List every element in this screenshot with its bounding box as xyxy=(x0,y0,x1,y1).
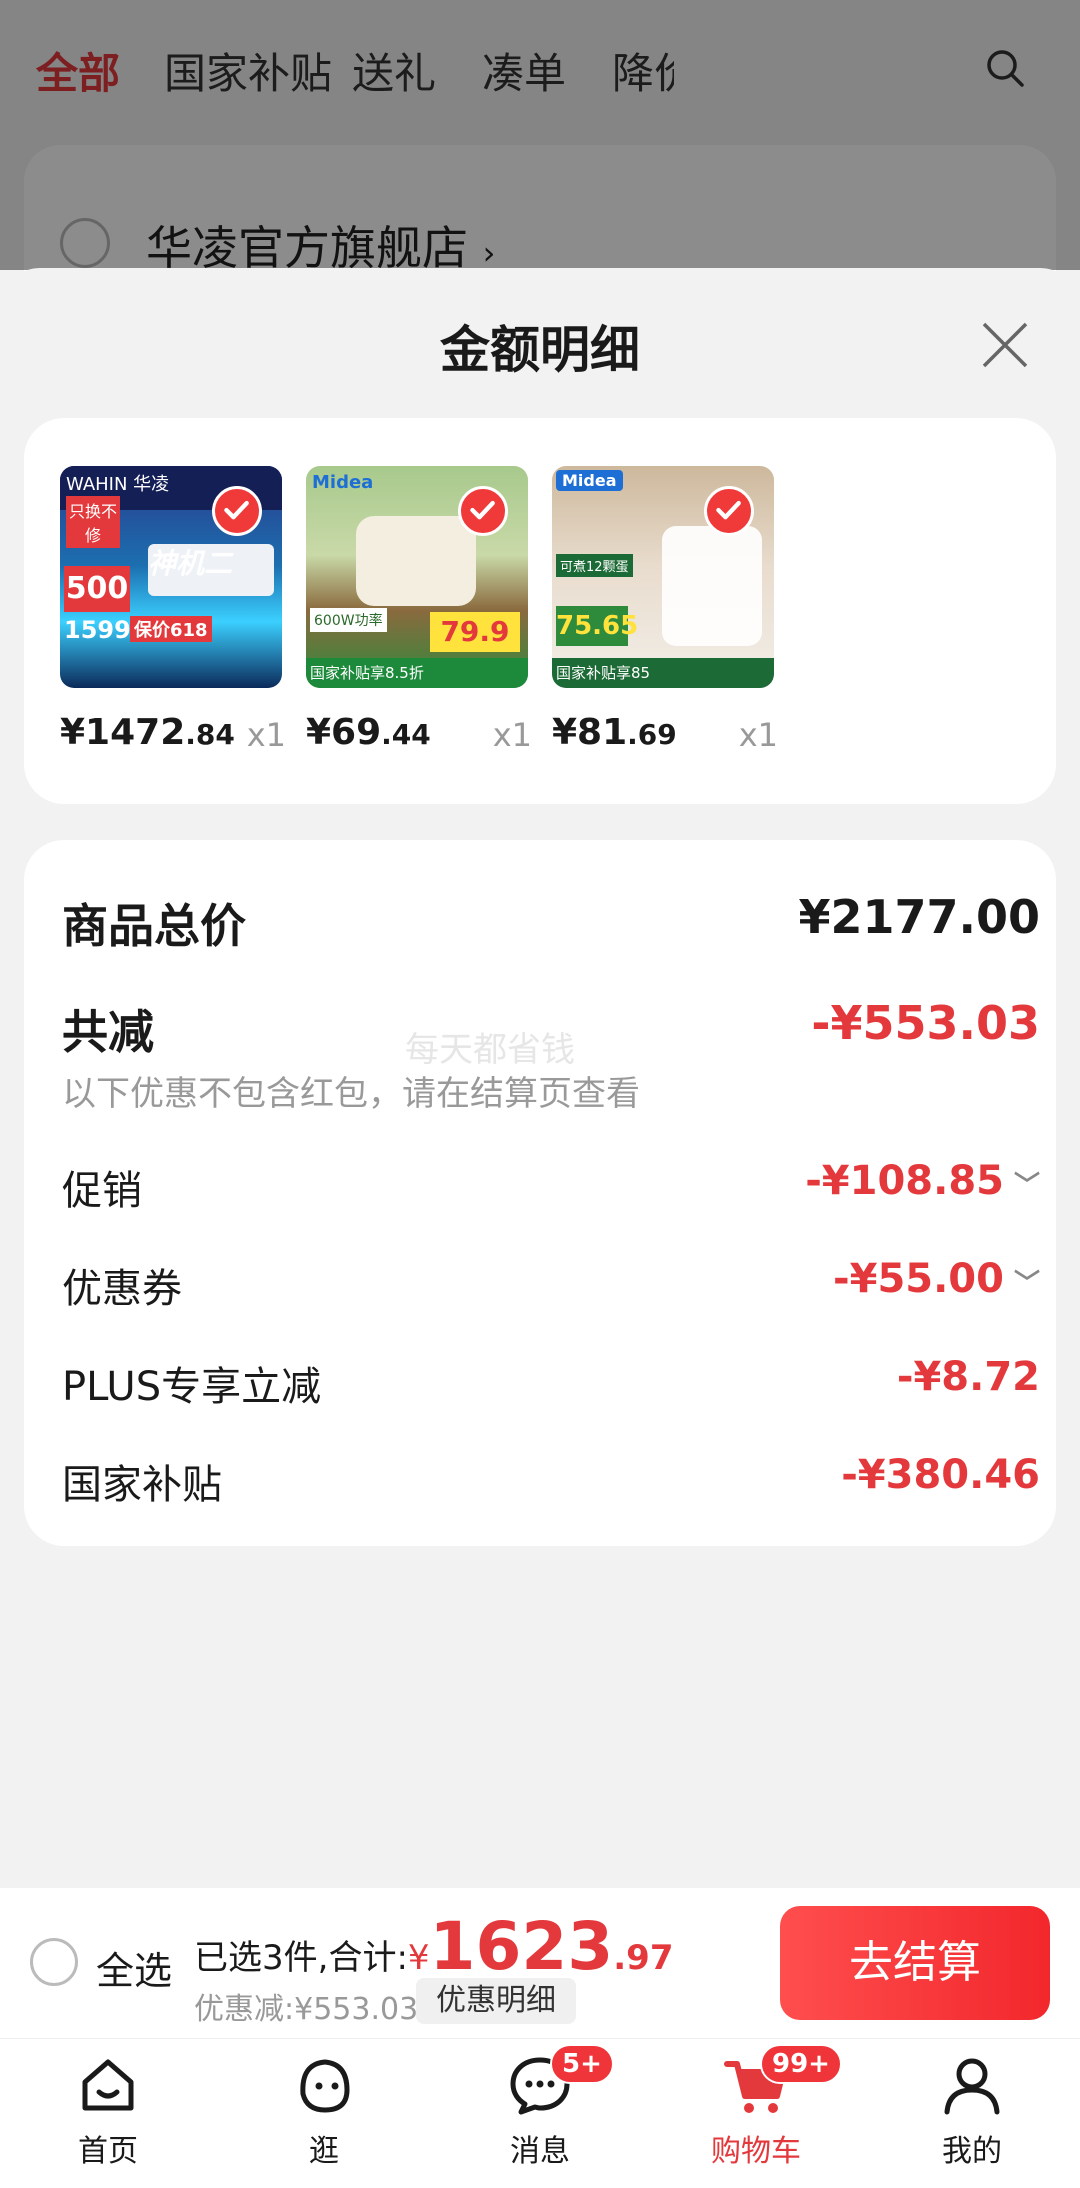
cart-badge: 99+ xyxy=(760,2044,842,2084)
product-thumbnail: Midea 600W功率 79.9 国家补贴享8.5折 xyxy=(306,466,528,688)
promotion-label: 促销 xyxy=(62,1168,142,1214)
product-price: ¥1472.84 xyxy=(60,712,235,753)
selected-count-text: 已选3件,合计: xyxy=(194,1938,408,1978)
message-badge: 5+ xyxy=(550,2044,614,2084)
close-icon[interactable] xyxy=(978,318,1032,372)
currency-symbol: ¥ xyxy=(407,1938,430,1978)
total-price-label: 商品总价 xyxy=(62,899,246,953)
tab-messages[interactable]: 5+ 消息 xyxy=(470,2044,614,2170)
product-quantity: x1 xyxy=(492,716,532,754)
select-all-label[interactable]: 全选 xyxy=(96,1940,172,1995)
watermark: 每天都省钱 xyxy=(405,1030,575,1070)
tab-label: 首页 xyxy=(78,2134,138,2169)
discount-text: 优惠减:¥553.03 xyxy=(194,1992,419,2027)
overlay-dim[interactable] xyxy=(0,0,1080,270)
promotion-value[interactable]: -¥108.85 ﹀ xyxy=(805,1158,1040,1204)
checkout-summary: 已选3件,合计:¥1623.97 xyxy=(194,1908,673,1985)
tab-profile[interactable]: 我的 xyxy=(902,2050,1042,2170)
tab-cart[interactable]: 99+ 购物车 xyxy=(686,2044,842,2170)
discount-detail-button[interactable]: 优惠明细 xyxy=(416,1978,576,2024)
checkout-button[interactable]: 去结算 xyxy=(780,1906,1050,2020)
product-item[interactable]: Midea 600W功率 79.9 国家补贴享8.5折 ¥69.44 x1 xyxy=(306,466,532,754)
plus-discount-value: -¥8.72 xyxy=(896,1354,1040,1400)
chevron-down-icon[interactable]: ﹀ xyxy=(1014,1263,1040,1300)
coupon-label: 优惠券 xyxy=(62,1266,182,1312)
tab-browse[interactable]: 逛 xyxy=(254,2050,394,2170)
product-thumbnail: Midea 可煮12颗蛋 75.65 国家补贴享85 xyxy=(552,466,774,688)
reduction-note: 以下优惠不包含红包，请在结算页查看 xyxy=(62,1074,640,1114)
tab-home[interactable]: 首页 xyxy=(38,2050,178,2170)
product-item[interactable]: WAHIN 华凌 只换不修 神机二 500 1599.2 保价618 ¥1472… xyxy=(60,466,286,754)
product-item[interactable]: Midea 可煮12颗蛋 75.65 国家补贴享85 ¥81.69 x1 xyxy=(552,466,778,754)
total-reduction-value: -¥553.03 xyxy=(811,996,1040,1050)
national-subsidy-label: 国家补贴 xyxy=(62,1462,222,1508)
checkout-total-decimal: .97 xyxy=(613,1938,674,1978)
sheet-title: 金额明细 xyxy=(440,321,640,379)
face-icon xyxy=(300,2059,350,2113)
home-icon xyxy=(82,2059,134,2111)
select-all-radio[interactable] xyxy=(30,1938,78,1986)
product-quantity: x1 xyxy=(738,716,778,754)
total-reduction-label: 共减 xyxy=(62,1005,154,1059)
checkout-total: 1623 xyxy=(429,1908,614,1985)
coupon-value[interactable]: -¥55.00 ﹀ xyxy=(833,1256,1040,1302)
plus-discount-label: PLUS专享立减 xyxy=(62,1364,322,1410)
product-price: ¥69.44 xyxy=(306,712,431,753)
profile-icon xyxy=(944,2058,1000,2115)
total-price-value: ¥2177.00 xyxy=(798,890,1040,944)
tab-label: 购物车 xyxy=(711,2134,801,2169)
selected-check-icon[interactable] xyxy=(458,486,508,536)
tab-label: 消息 xyxy=(510,2134,570,2169)
tab-label: 我的 xyxy=(942,2134,1002,2169)
product-quantity: x1 xyxy=(246,716,286,754)
tab-label: 逛 xyxy=(309,2134,339,2169)
selected-check-icon[interactable] xyxy=(212,486,262,536)
chevron-down-icon[interactable]: ﹀ xyxy=(1014,1165,1040,1202)
selected-check-icon[interactable] xyxy=(704,486,754,536)
national-subsidy-value: -¥380.46 xyxy=(841,1452,1040,1498)
product-price: ¥81.69 xyxy=(552,712,677,753)
product-thumbnail: WAHIN 华凌 只换不修 神机二 500 1599.2 保价618 xyxy=(60,466,282,688)
